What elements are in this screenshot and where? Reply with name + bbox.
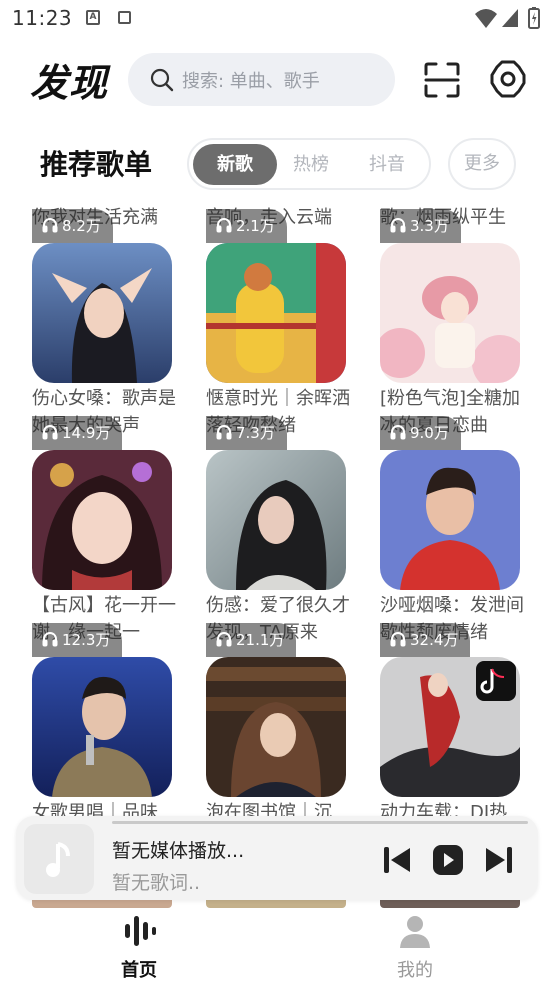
playlist-cover [32, 450, 172, 590]
play-count: 21.1万 [236, 631, 285, 649]
now-playing-lyrics: 暂无歌词.. [112, 872, 201, 894]
search-icon [150, 68, 174, 92]
category-tabs: 新歌 热榜 抖音 [187, 138, 431, 190]
next-button[interactable] [482, 845, 514, 875]
play-count-badge: 32.4万 [380, 623, 471, 657]
play-count-badge: 14.9万 [32, 416, 123, 450]
nav-label-home: 首页 [121, 960, 157, 981]
playlist-cover-peek [206, 900, 346, 908]
search-placeholder: 搜索: 单曲、歌手 [182, 71, 320, 92]
play-count: 2.1万 [236, 217, 275, 235]
headphones-icon [390, 218, 406, 233]
headphones-icon [216, 632, 232, 647]
play-count-badge: 12.3万 [32, 623, 123, 657]
album-art [24, 824, 94, 894]
search-bar[interactable]: 搜索: 单曲、歌手 [128, 53, 395, 106]
gear-icon [490, 60, 526, 98]
nav-item-mine[interactable]: 我的 [355, 914, 475, 982]
play-count: 14.9万 [62, 424, 111, 442]
playlist-cover-peek [380, 900, 520, 908]
headphones-icon [390, 632, 406, 647]
playlist-cover [206, 450, 346, 590]
playlist-cover [206, 243, 346, 383]
playlist-cover [380, 450, 520, 590]
status-bar: 11:23 A [0, 0, 554, 38]
playlist-cover [380, 657, 520, 797]
playback-progress[interactable] [112, 821, 528, 824]
cell-signal-icon [502, 9, 518, 27]
play-count-badge: 3.3万 [380, 209, 461, 243]
now-playing-title: 暂无媒体播放... [112, 840, 245, 862]
music-note-icon [46, 842, 70, 877]
headphones-icon [216, 425, 232, 440]
settings-button[interactable] [486, 57, 530, 101]
nav-label-mine: 我的 [397, 960, 433, 981]
mini-player[interactable]: 暂无媒体播放... 暂无歌词.. [16, 816, 538, 900]
play-count: 32.4万 [410, 631, 459, 649]
headphones-icon [42, 632, 58, 647]
headphones-icon [42, 218, 58, 233]
page-title: 发现 [30, 61, 109, 105]
bottom-nav: 首页 我的 [0, 908, 554, 985]
play-count: 7.3万 [236, 424, 275, 442]
play-count-badge: 8.2万 [32, 209, 113, 243]
section-title: 推荐歌单 [40, 148, 153, 181]
headphones-icon [42, 425, 58, 440]
user-icon [400, 916, 430, 948]
scan-button[interactable] [420, 58, 464, 102]
playlist-cover [380, 243, 520, 383]
wifi-icon [475, 9, 497, 28]
tab-hot[interactable]: 热榜 [269, 144, 353, 185]
previous-button[interactable] [382, 845, 414, 875]
status-time: 11:23 [12, 6, 73, 30]
playlist-cover [206, 657, 346, 797]
battery-icon [528, 7, 540, 29]
playlist-cover [32, 243, 172, 383]
play-count-badge: 7.3万 [206, 416, 287, 450]
play-count-badge: 2.1万 [206, 209, 287, 243]
play-count: 9.0万 [410, 424, 449, 442]
notification-a-icon: A [86, 10, 100, 25]
play-count: 3.3万 [410, 217, 449, 235]
tab-new[interactable]: 新歌 [193, 144, 277, 185]
play-count: 12.3万 [62, 631, 111, 649]
nav-item-home[interactable]: 首页 [79, 914, 199, 982]
play-count: 8.2万 [62, 217, 101, 235]
waveform-icon [125, 916, 156, 946]
more-button[interactable]: 更多 [448, 138, 516, 190]
play-button[interactable] [432, 845, 464, 875]
notification-square-icon [118, 11, 131, 24]
play-count-badge: 9.0万 [380, 416, 461, 450]
playlist-cover-peek [32, 900, 172, 908]
scan-icon [424, 62, 460, 98]
tab-douyin[interactable]: 抖音 [345, 144, 429, 185]
headphones-icon [216, 218, 232, 233]
headphones-icon [390, 425, 406, 440]
play-count-badge: 21.1万 [206, 623, 297, 657]
playlist-cover [32, 657, 172, 797]
